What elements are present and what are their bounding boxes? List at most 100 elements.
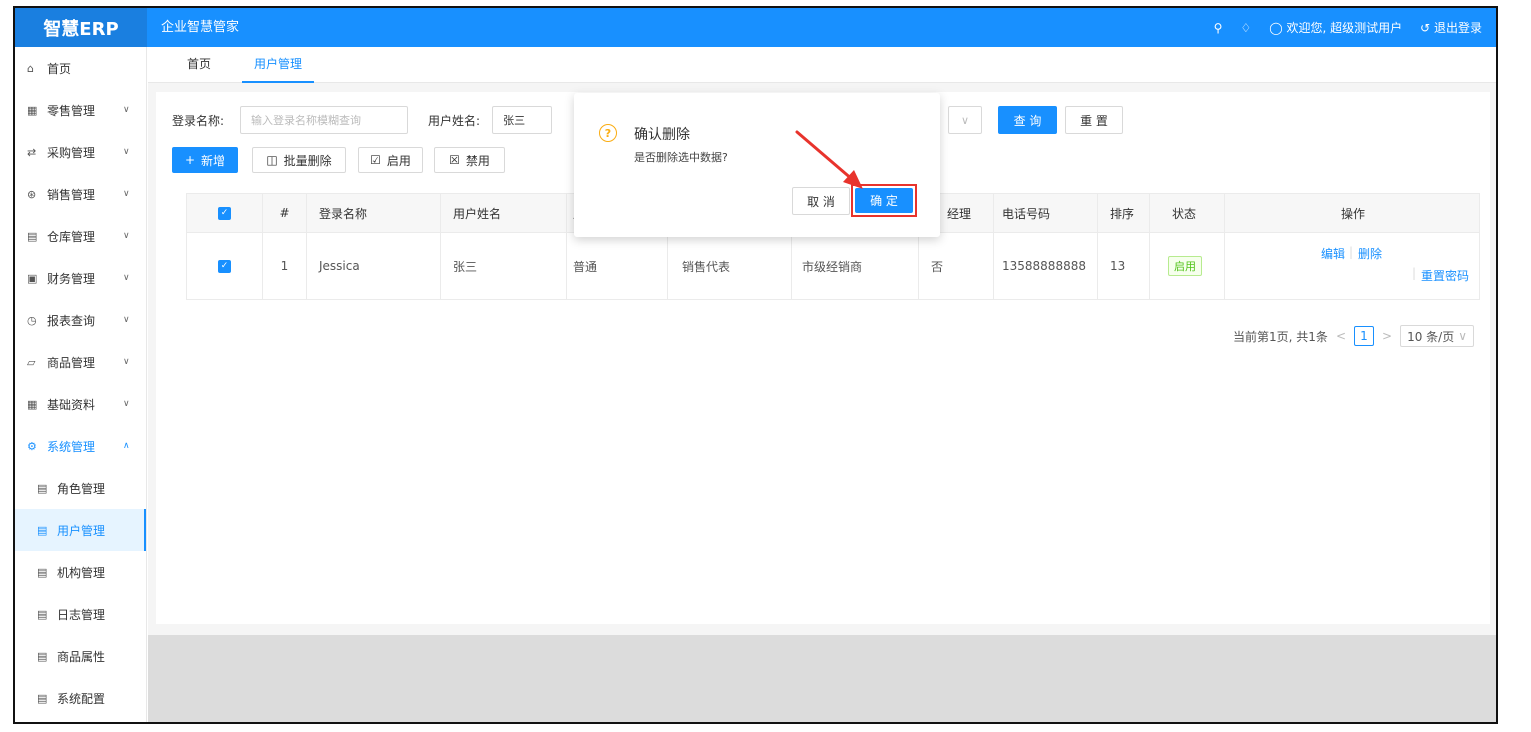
- row-position: 销售代表: [668, 233, 792, 299]
- sidebar-item-sales[interactable]: ⊛ 销售管理 ∨: [15, 173, 146, 215]
- app-title: 企业智慧管家: [161, 20, 240, 35]
- content-footer-area: [148, 635, 1496, 722]
- row-login-name: Jessica: [307, 233, 441, 299]
- next-page-icon[interactable]: >: [1382, 329, 1392, 343]
- select-all-checkbox[interactable]: ✓: [218, 206, 231, 220]
- question-circle-icon: ?: [599, 124, 617, 142]
- top-right-actions: ⚲ ♢ ◯ 欢迎您, 超级测试用户 ↺ 退出登录: [1214, 8, 1482, 47]
- app-logo[interactable]: 智慧ERP: [15, 8, 147, 47]
- header-order: 排序: [1098, 194, 1150, 232]
- select-dropdown[interactable]: ∨: [948, 106, 982, 134]
- list-icon: ▤: [37, 607, 48, 621]
- app-window: 智慧ERP 企业智慧管家 ⚲ ♢ ◯ 欢迎您, 超级测试用户 ↺ 退出登录 ⌂ 首…: [13, 6, 1498, 724]
- grid-icon: ▦: [27, 397, 38, 411]
- chevron-down-icon: ∨: [123, 189, 130, 199]
- logout-link[interactable]: ↺ 退出登录: [1420, 19, 1482, 36]
- list-icon: ▤: [37, 481, 48, 495]
- sidebar-item-goods[interactable]: ▱ 商品管理 ∨: [15, 341, 146, 383]
- sidebar-subitem-users[interactable]: ▤ 用户管理: [15, 509, 146, 551]
- tab-user-management[interactable]: 用户管理: [242, 47, 315, 83]
- sidebar-subitem-attrs[interactable]: ▤ 商品属性: [15, 635, 146, 677]
- report-icon: ◷: [27, 313, 37, 327]
- sidebar-item-label: 商品属性: [57, 649, 106, 664]
- row-checkbox-cell: ✓: [187, 233, 263, 299]
- chevron-down-icon: ∨: [123, 315, 130, 325]
- search-icon[interactable]: ⚲: [1214, 21, 1223, 35]
- row-actions: 编辑 | 删除 | 重置密码: [1225, 233, 1481, 299]
- welcome-user[interactable]: ◯ 欢迎您, 超级测试用户: [1269, 19, 1402, 36]
- login-name-input[interactable]: 输入登录名称模糊查询: [240, 106, 409, 134]
- retail-icon: ▦: [27, 103, 38, 117]
- cart-icon: ⊛: [27, 187, 37, 201]
- sidebar-item-label: 商品管理: [47, 355, 96, 370]
- sidebar-item-retail[interactable]: ▦ 零售管理 ∨: [15, 89, 146, 131]
- chevron-down-icon: ∨: [123, 273, 130, 283]
- page-number[interactable]: 1: [1354, 326, 1374, 346]
- sidebar-subitem-logs[interactable]: ▤ 日志管理: [15, 593, 146, 635]
- tab-home[interactable]: 首页: [187, 47, 211, 83]
- row-user-type: 普通: [567, 233, 668, 299]
- sidebar-subitem-config[interactable]: ▤ 系统配置: [15, 677, 146, 719]
- confirm-button-highlight: 确 定: [851, 184, 917, 217]
- prev-page-icon[interactable]: <: [1336, 329, 1346, 343]
- page-size-select[interactable]: 10 条/页 ∨: [1400, 325, 1474, 347]
- row-phone: 13588888888: [994, 233, 1098, 299]
- sidebar-subitem-roles[interactable]: ▤ 角色管理: [15, 467, 146, 509]
- sidebar-item-label: 销售管理: [47, 187, 96, 202]
- check-square-icon: ☑: [370, 153, 381, 167]
- confirm-delete-popover: ? 确认删除 是否删除选中数据? 取 消 确 定: [574, 93, 940, 237]
- chevron-down-icon: ∨: [123, 399, 130, 409]
- row-organization: 市级经销商: [792, 233, 919, 299]
- user-icon: ◯: [1269, 21, 1287, 35]
- cancel-button[interactable]: 取 消: [792, 187, 850, 215]
- sidebar-item-label: 财务管理: [47, 271, 96, 286]
- enable-button[interactable]: ☑ 启用: [358, 147, 423, 173]
- delete-link[interactable]: 删除: [1358, 245, 1382, 262]
- edit-link[interactable]: 编辑: [1321, 245, 1345, 262]
- row-index: 1: [263, 233, 307, 299]
- disable-button[interactable]: ☒ 禁用: [434, 147, 505, 173]
- chevron-down-icon: ∨: [1458, 329, 1467, 343]
- sidebar-item-home[interactable]: ⌂ 首页: [15, 47, 146, 89]
- row-status-cell: 启用: [1150, 233, 1225, 299]
- confirm-button[interactable]: 确 定: [855, 188, 913, 213]
- sidebar-item-report[interactable]: ◷ 报表查询 ∨: [15, 299, 146, 341]
- reset-button[interactable]: 重 置: [1065, 106, 1123, 134]
- row-checkbox[interactable]: ✓: [218, 259, 231, 273]
- batch-delete-button[interactable]: ◫ 批量删除: [252, 147, 346, 173]
- chevron-down-icon: ∨: [123, 231, 130, 241]
- sidebar: ⌂ 首页 ▦ 零售管理 ∨ ⇄ 采购管理 ∨ ⊛ 销售管理 ∨ ▤ 仓库管理 ∨ ▣ 财务管理 ∨ ◷…: [15, 47, 147, 722]
- user-name-label: 用户姓名:: [428, 113, 481, 128]
- x-square-icon: ☒: [449, 153, 460, 167]
- sidebar-item-system[interactable]: ⚙ 系统管理 ∧: [15, 425, 146, 467]
- finance-icon: ▣: [27, 271, 38, 285]
- bell-icon[interactable]: ♢: [1240, 21, 1251, 35]
- popover-title: 确认删除: [634, 127, 690, 143]
- pagination-info: 当前第1页, 共1条: [1233, 329, 1328, 344]
- header-status: 状态: [1150, 194, 1225, 232]
- sidebar-item-label: 日志管理: [57, 607, 106, 622]
- row-manager: 否: [919, 233, 994, 299]
- header-index: #: [263, 194, 307, 232]
- page-size-label: 10 条/页: [1407, 329, 1455, 344]
- chevron-down-icon: ∨: [960, 113, 970, 127]
- reset-password-link[interactable]: 重置密码: [1421, 267, 1469, 284]
- query-button[interactable]: 查 询: [998, 106, 1057, 134]
- page-tabs: 首页 用户管理: [148, 47, 1496, 83]
- sidebar-subitem-orgs[interactable]: ▤ 机构管理: [15, 551, 146, 593]
- table-row[interactable]: ✓ 1 Jessica 张三 普通 销售代表 市级经销商 否 135888888…: [187, 233, 1479, 299]
- header-checkbox-cell: ✓: [187, 194, 263, 232]
- list-icon: ▤: [37, 649, 48, 663]
- sidebar-item-label: 角色管理: [57, 481, 106, 496]
- sidebar-item-warehouse[interactable]: ▤ 仓库管理 ∨: [15, 215, 146, 257]
- user-name-input[interactable]: 张三: [492, 106, 553, 134]
- plus-icon: +: [184, 153, 196, 167]
- row-user-name: 张三: [441, 233, 567, 299]
- list-icon: ▤: [37, 691, 48, 705]
- sidebar-item-purchase[interactable]: ⇄ 采购管理 ∨: [15, 131, 146, 173]
- row-order: 13: [1098, 233, 1150, 299]
- sidebar-item-label: 报表查询: [47, 313, 96, 328]
- sidebar-item-finance[interactable]: ▣ 财务管理 ∨: [15, 257, 146, 299]
- add-button[interactable]: + 新增: [172, 147, 238, 173]
- sidebar-item-basic[interactable]: ▦ 基础资料 ∨: [15, 383, 146, 425]
